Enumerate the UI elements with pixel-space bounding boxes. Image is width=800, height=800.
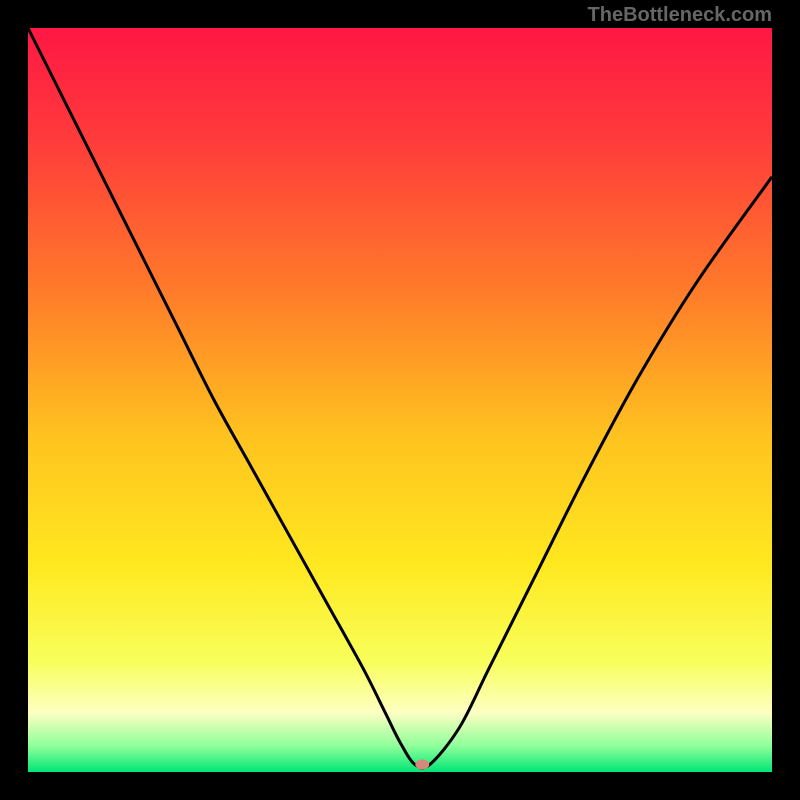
optimal-point-marker: [415, 760, 429, 770]
chart-svg: [28, 28, 772, 772]
plot-area: [28, 28, 772, 772]
chart-frame: TheBottleneck.com: [0, 0, 800, 800]
watermark-text: TheBottleneck.com: [588, 4, 772, 27]
gradient-background: [28, 28, 772, 772]
